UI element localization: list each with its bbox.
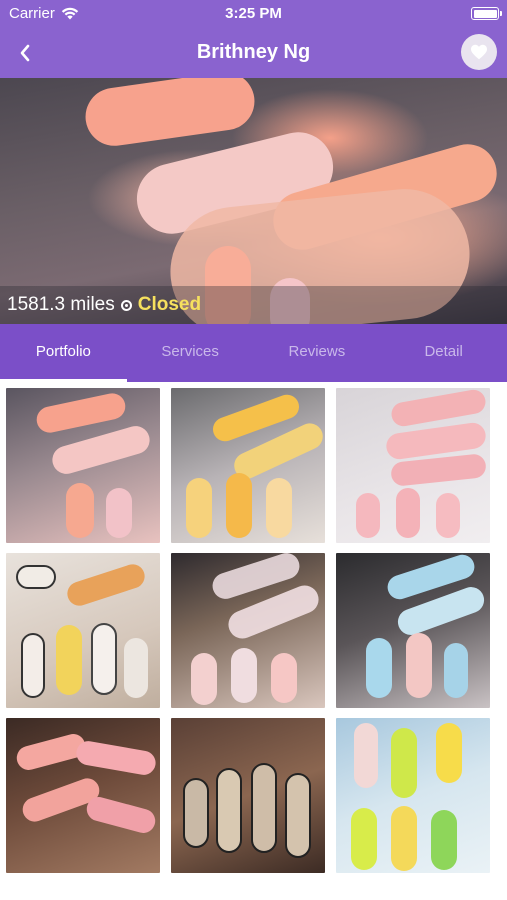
nail-shape — [66, 483, 94, 538]
nail-shape — [21, 633, 45, 698]
portfolio-photo[interactable] — [171, 718, 325, 873]
tab-services[interactable]: Services — [127, 324, 254, 382]
open-status-label: Closed — [137, 294, 202, 315]
nail-shape — [74, 739, 158, 777]
nail-shape — [49, 422, 153, 478]
nail-shape — [391, 728, 417, 798]
nail-shape — [271, 653, 297, 703]
portfolio-photo[interactable] — [171, 553, 325, 708]
nail-shape — [81, 78, 259, 150]
nail-shape — [226, 473, 252, 538]
nail-shape — [391, 806, 417, 871]
nail-shape — [91, 623, 117, 695]
tab-bar: Portfolio Services Reviews Detail — [0, 324, 507, 382]
nail-shape — [106, 488, 132, 538]
hero-info-bar: 1581.3 miles Closed — [0, 286, 507, 324]
salon-cover-photo: 1581.3 miles Closed — [0, 78, 507, 324]
portfolio-photo[interactable] — [171, 388, 325, 543]
nail-shape — [266, 478, 292, 538]
tab-reviews[interactable]: Reviews — [254, 324, 381, 382]
nail-shape — [64, 561, 148, 609]
nail-shape — [406, 633, 432, 698]
portfolio-photo[interactable] — [336, 718, 490, 873]
nail-shape — [251, 763, 277, 853]
favorite-button[interactable] — [461, 34, 497, 70]
nail-shape — [436, 723, 462, 783]
portfolio-photo[interactable] — [6, 388, 160, 543]
portfolio-photo[interactable] — [336, 388, 490, 543]
nail-shape — [356, 493, 380, 538]
status-bar: Carrier 3:25 PM — [0, 0, 507, 28]
nail-shape — [351, 808, 377, 870]
nail-shape — [231, 648, 257, 703]
nail-shape — [186, 478, 212, 538]
nail-shape — [34, 390, 128, 436]
nail-shape — [124, 638, 148, 698]
nail-shape — [183, 778, 209, 848]
location-dot-icon — [120, 299, 132, 311]
tab-portfolio[interactable]: Portfolio — [0, 324, 127, 382]
nail-shape — [444, 643, 468, 698]
nail-shape — [285, 773, 311, 858]
nail-shape — [84, 794, 158, 836]
top-bar: Carrier 3:25 PM Brithney Ng — [0, 0, 507, 78]
portfolio-photo[interactable] — [336, 553, 490, 708]
navigation-bar: Brithney Ng — [0, 28, 507, 78]
nail-shape — [191, 653, 217, 705]
tab-detail[interactable]: Detail — [380, 324, 507, 382]
nail-shape — [16, 565, 56, 589]
nail-shape — [436, 493, 460, 538]
status-time: 3:25 PM — [225, 5, 282, 22]
portfolio-photo[interactable] — [6, 718, 160, 873]
nail-shape — [56, 625, 82, 695]
battery-icon — [471, 7, 502, 20]
heart-icon — [471, 44, 487, 60]
nail-shape — [366, 638, 392, 698]
nail-shape — [354, 723, 378, 788]
portfolio-grid — [6, 388, 502, 873]
distance-label: 1581.3 miles — [7, 294, 115, 315]
nail-shape — [431, 810, 457, 870]
page-title: Brithney Ng — [196, 41, 311, 63]
nail-shape — [396, 488, 420, 538]
nail-shape — [216, 768, 242, 853]
portfolio-photo[interactable] — [6, 553, 160, 708]
